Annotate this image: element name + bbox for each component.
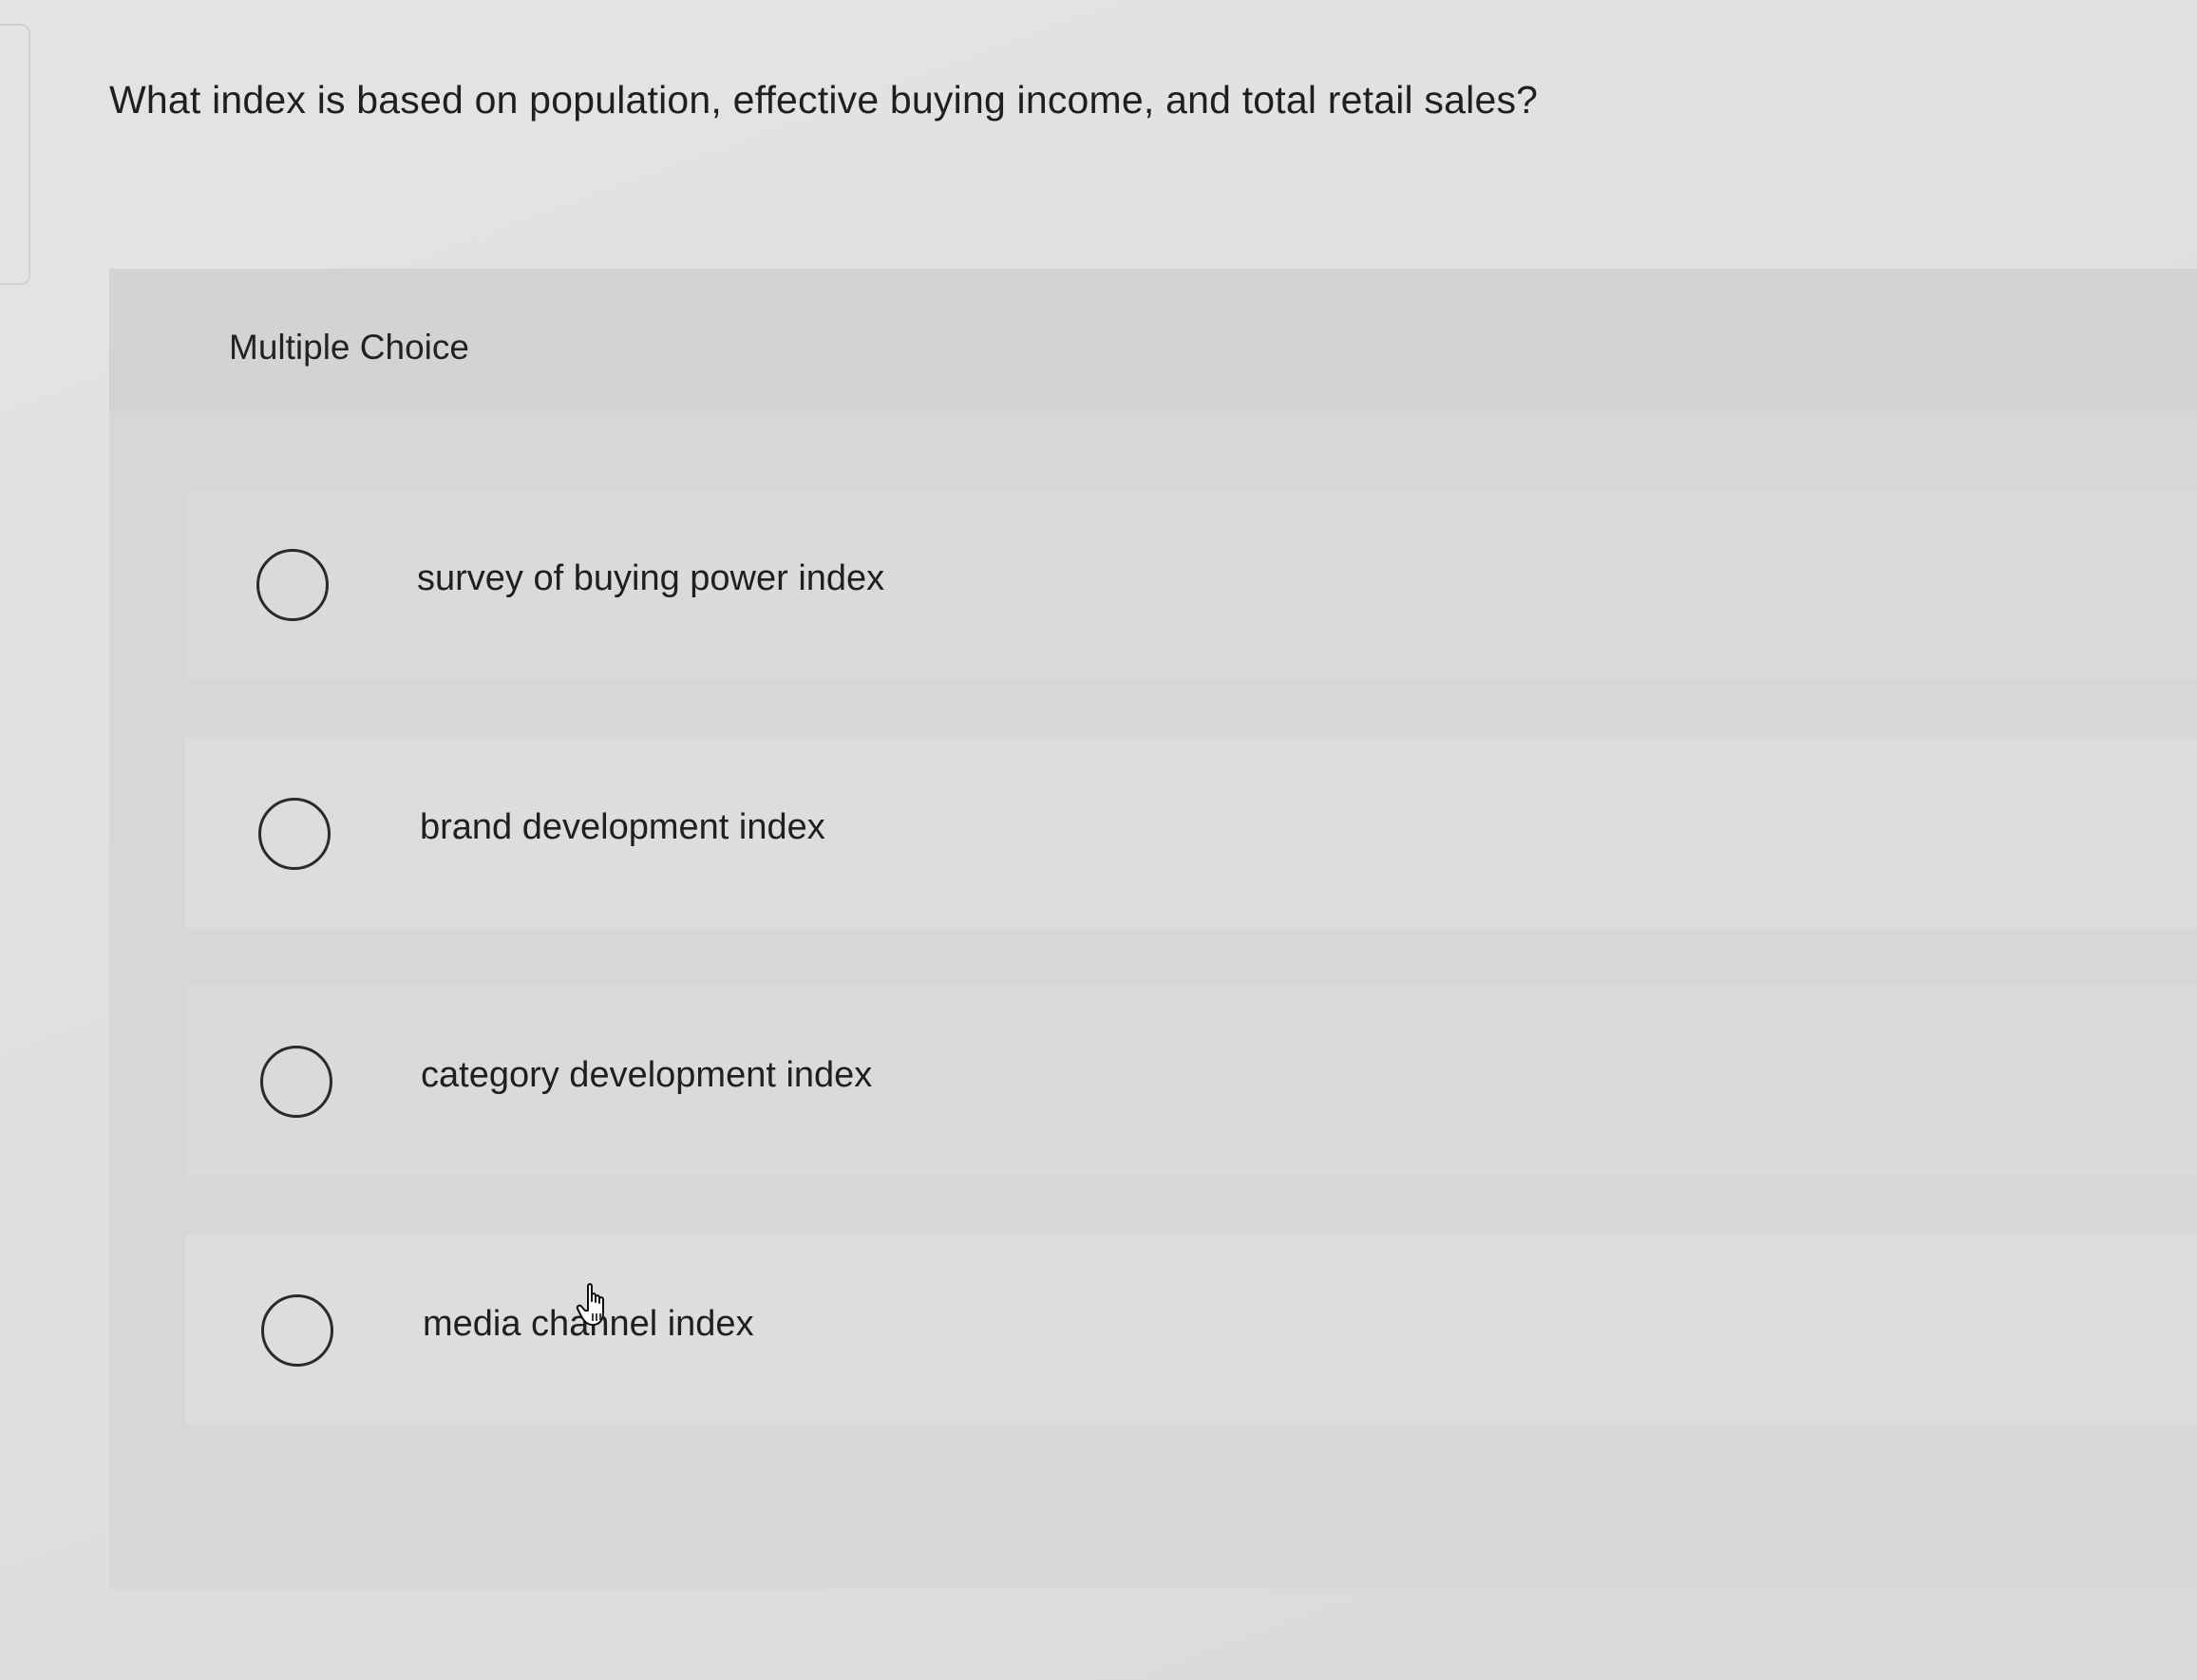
radio-button-icon[interactable] bbox=[261, 1294, 333, 1367]
answer-option-label: category development index bbox=[421, 1055, 873, 1095]
answer-option-label: brand development index bbox=[420, 807, 825, 847]
answer-option-3[interactable]: category development index bbox=[185, 986, 2197, 1176]
radio-button-icon[interactable] bbox=[260, 1046, 332, 1118]
answer-option-4[interactable]: media channel index bbox=[185, 1235, 2197, 1425]
hand-pointer-cursor-icon bbox=[576, 1283, 604, 1326]
radio-button-icon[interactable] bbox=[256, 549, 329, 621]
radio-button-icon[interactable] bbox=[258, 798, 331, 870]
panel-header: Multiple Choice bbox=[109, 269, 2197, 411]
answer-panel: Multiple Choice survey of buying power i… bbox=[109, 269, 2197, 1589]
multiple-choice-label: Multiple Choice bbox=[229, 328, 469, 367]
question-text: What index is based on population, effec… bbox=[109, 78, 1539, 122]
answer-option-2[interactable]: brand development index bbox=[185, 738, 2197, 928]
answer-option-1[interactable]: survey of buying power index bbox=[185, 489, 2197, 679]
left-edge-frame bbox=[0, 24, 30, 285]
answer-option-label: survey of buying power index bbox=[417, 558, 885, 598]
